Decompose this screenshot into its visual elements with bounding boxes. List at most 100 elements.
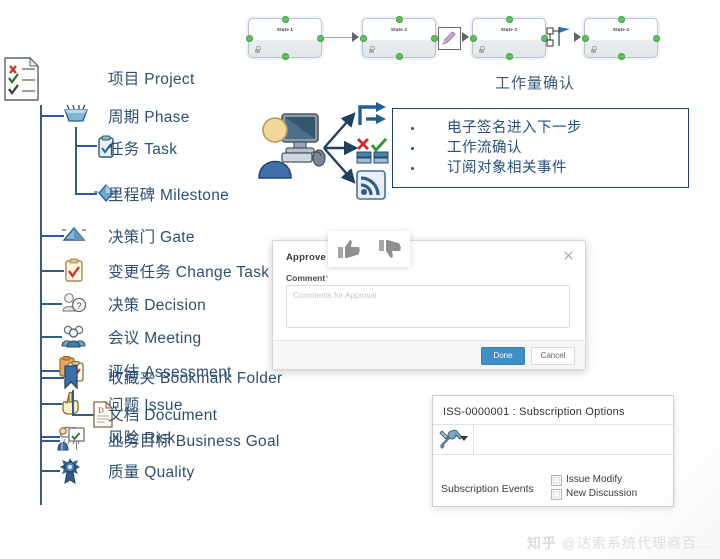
resize-handle-top[interactable] [618,16,625,23]
callout-bullet-3: 订阅对象相关事件 [393,158,688,178]
resize-handle-bottom[interactable] [618,53,625,60]
tree-branch [75,145,97,147]
tree-branch [42,303,62,305]
tools-dropdown-icon[interactable] [433,424,474,454]
decision-icon[interactable]: ? [60,291,88,320]
resize-handle-top[interactable] [506,16,513,23]
thumbs-up-icon[interactable] [337,239,360,259]
workflow-route-icon[interactable] [356,101,388,134]
resize-handle-top[interactable] [396,16,403,23]
comment-input[interactable] [286,285,570,328]
panel-toolbar [433,424,673,454]
dialog-title: Approve [286,252,326,263]
option-new-discussion-label: New Discussion [566,488,638,499]
lock-icon [369,46,375,53]
subscribe-rss-icon[interactable] [356,170,386,205]
approve-reject-toolbar [328,231,410,267]
checkbox-issue-modify[interactable] [551,475,562,486]
tree-branch [72,414,94,416]
business-goal-glyph [57,427,85,451]
dialog-footer: Done Cancel [273,340,585,369]
tree-item-label-decision: 决策 Decision [108,297,207,314]
branch-flag-glyph [546,27,570,47]
lock-icon [255,46,261,53]
option-new-discussion[interactable]: New Discussion [551,487,637,501]
workflow-arrow-1 [352,32,359,42]
option-issue-modify[interactable]: Issue Modify [551,473,637,487]
chevron-down-icon[interactable] [460,436,468,442]
workflow-arrow-2 [462,32,469,42]
branch-flag-icon[interactable] [546,26,574,55]
approve-reject-glyph [356,137,389,164]
lock-icon [591,46,597,53]
checkbox-new-discussion[interactable] [551,489,562,500]
bookmark-glyph [64,365,78,390]
workflow-state-3[interactable]: State 3 [470,16,548,60]
subscription-panel-title: ISS-0000001 : Subscription Options [443,406,625,418]
tree-branch [42,336,62,338]
workflow-state-4-label: State 4 [612,27,630,32]
comment-label-text: Comment [286,273,326,283]
workflow-state-1-label: State 1 [276,27,294,32]
approve-dialog: Approve Comment* Done Cancel [272,240,586,370]
svg-text:?: ? [76,301,81,311]
project-checklist-glyph [4,56,40,101]
tree-subbranch [75,127,77,195]
resize-handle-right[interactable] [431,35,438,42]
pencil-signature-icon[interactable] [438,27,461,50]
project-checklist-icon[interactable] [4,56,40,106]
watermark-handle: @达索系统代理商百… [561,535,712,551]
resize-handle-left[interactable] [470,35,477,42]
resize-handle-bottom[interactable] [396,53,403,60]
cancel-button[interactable]: Cancel [531,347,575,365]
workflow-state-4[interactable]: State 4 [582,16,660,60]
quality-ribbon-icon[interactable] [57,457,83,490]
gate-icon[interactable] [60,223,88,252]
feature-callout: 电子签名进入下一步 工作流确认 订阅对象相关事件 [392,108,689,188]
tree-item-label-document: 文档 Document [108,407,218,424]
callout-bullet-1: 电子签名进入下一步 [393,118,688,138]
resize-handle-left[interactable] [360,35,367,42]
phase-glyph [64,104,88,122]
thumbs-down-icon[interactable] [378,239,401,259]
workflow-connector-1 [322,37,354,38]
tree-branch [42,115,64,117]
workflow-route-glyph [358,102,386,125]
workflow-state-2-label: State 2 [390,27,408,32]
user-action-cluster [258,100,393,200]
resize-handle-left[interactable] [582,35,589,42]
done-button[interactable]: Done [481,347,525,365]
required-marker: * [325,273,329,283]
resize-handle-left[interactable] [246,35,253,42]
callout-bullet-2: 工作流确认 [393,138,688,158]
meeting-glyph [61,325,86,348]
object-type-tree-lower: 收藏夹 Bookmark Folder D 文档 Document 业务目标 B… [0,355,300,495]
workflow-state-1[interactable]: State 1 [246,16,324,60]
approve-reject-icon[interactable] [356,137,390,170]
change-task-icon[interactable] [62,258,86,288]
pencil-glyph [442,31,456,45]
meeting-people-icon[interactable] [60,324,88,353]
subscription-events-label: Subscription Events [441,483,534,495]
bookmark-icon[interactable] [60,364,82,397]
tree-item-label-gate: 决策门 Gate [108,229,195,246]
workflow-caption: 工作量确认 [494,75,575,92]
svg-text:D: D [98,406,104,415]
decision-glyph: ? [62,293,87,313]
resize-handle-bottom[interactable] [506,53,513,60]
tree-item-label-change-task: 变更任务 Change Task [108,264,270,281]
resize-handle-right[interactable] [653,35,660,42]
change-task-glyph [65,258,83,282]
close-icon[interactable] [562,249,575,262]
subscribe-rss-glyph [356,170,386,200]
business-goal-icon[interactable] [56,426,86,459]
subscription-events-options: Issue Modify New Discussion [551,473,637,501]
workflow-state-2[interactable]: State 2 [360,16,438,60]
watermark: 知乎 @达索系统代理商百… [527,533,712,553]
quality-ribbon-glyph [60,458,80,484]
tree-item-label-bookmark: 收藏夹 Bookmark Folder [108,370,283,387]
tree-item-label-task: 任务 Task [108,141,178,158]
option-issue-modify-label: Issue Modify [566,474,623,485]
watermark-brand: 知乎 [526,535,557,551]
resize-handle-top[interactable] [282,16,289,23]
